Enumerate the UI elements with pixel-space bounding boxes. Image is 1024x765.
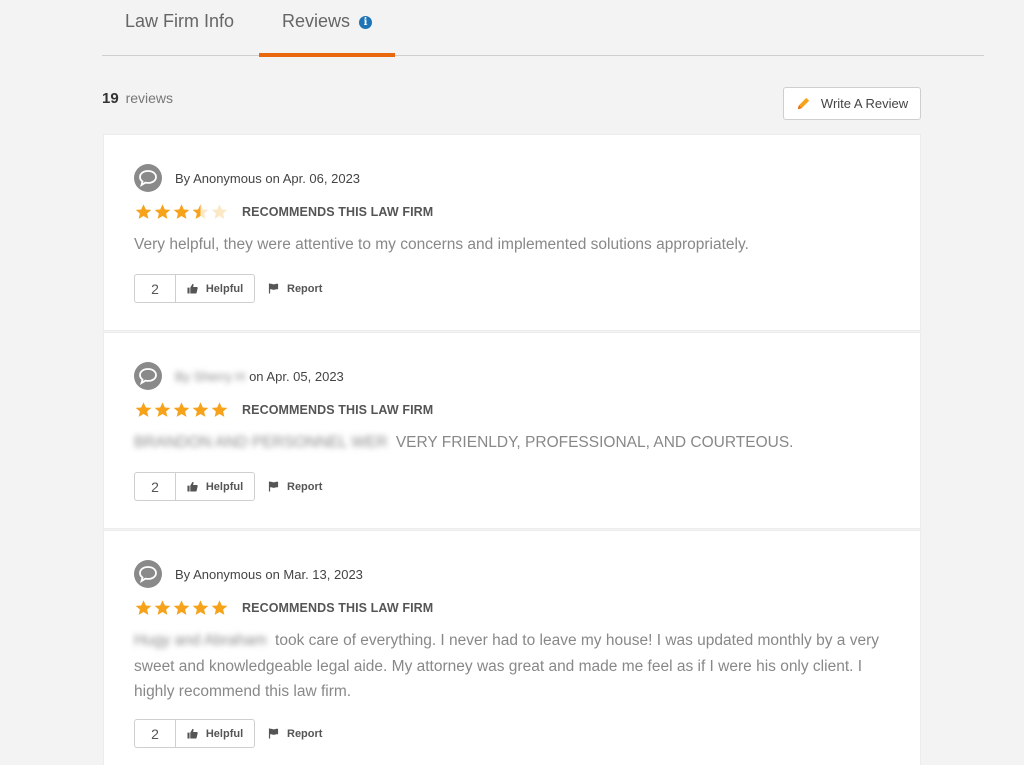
review-actions: 2 Helpful Report: [134, 274, 322, 303]
active-tab-indicator: [259, 53, 395, 57]
helpful-label: Helpful: [205, 480, 244, 493]
thumbs-up-icon: [187, 283, 198, 294]
star-icon: [173, 402, 190, 417]
flag-icon: [268, 481, 279, 492]
review-count-number: 19: [102, 90, 119, 107]
review-text: BRANDON AND PERSONNEL WER VERY FRIENLDY,…: [134, 430, 904, 456]
review-text: Hugy and Abraham took care of everything…: [134, 628, 904, 705]
tab-law-firm-info[interactable]: Law Firm Info: [102, 0, 258, 56]
write-review-label: Write A Review: [820, 96, 909, 111]
star-icon: [192, 600, 209, 615]
star-icon: [135, 402, 152, 417]
review-date: on Apr. 06, 2023: [265, 170, 361, 186]
star-icon: [154, 402, 171, 417]
report-button[interactable]: Report: [268, 481, 322, 493]
review-text-body: Very helpful, they were attentive to my …: [134, 236, 749, 253]
report-button[interactable]: Report: [268, 728, 322, 740]
review-card: By Anonymous on Apr. 06, 2023 RECOMMENDS…: [103, 134, 921, 331]
tab-reviews[interactable]: Reviews i: [259, 0, 395, 57]
review-byline: By Sherry Hon Apr. 05, 2023: [134, 362, 344, 390]
helpful-label: Helpful: [205, 727, 244, 740]
flag-icon: [268, 728, 279, 739]
write-review-button[interactable]: Write A Review: [783, 87, 921, 120]
review-date: on Mar. 13, 2023: [265, 566, 363, 582]
half-star-icon: [192, 204, 209, 219]
helpful-count: 2: [134, 274, 175, 303]
thumbs-up-icon: [187, 481, 198, 492]
review-date: on Apr. 05, 2023: [249, 368, 344, 384]
star-rating: [134, 401, 229, 419]
review-actions: 2 Helpful Report: [134, 472, 322, 501]
helpful-button[interactable]: Helpful: [175, 472, 255, 501]
helpful-count: 2: [134, 472, 175, 501]
helpful-button[interactable]: Helpful: [175, 274, 255, 303]
tab-label: Law Firm Info: [125, 11, 235, 31]
helpful-count: 2: [134, 719, 175, 748]
review-author: By Anonymous: [175, 566, 262, 582]
star-rating: [134, 203, 229, 221]
helpful-label: Helpful: [205, 282, 244, 295]
comment-avatar-icon: [134, 164, 162, 192]
empty-star-icon: [211, 204, 228, 219]
star-icon: [173, 204, 190, 219]
review-author: By Anonymous: [175, 170, 262, 186]
review-count: 19 reviews: [102, 90, 173, 107]
star-icon: [211, 402, 228, 417]
review-text-redacted: BRANDON AND PERSONNEL WER: [134, 434, 392, 451]
star-icon: [154, 600, 171, 615]
star-icon: [173, 600, 190, 615]
star-icon: [192, 402, 209, 417]
review-byline: By Anonymous on Apr. 06, 2023: [134, 164, 360, 192]
tab-bar: Law Firm Info Reviews i: [102, 0, 984, 57]
rating-row: RECOMMENDS THIS LAW FIRM: [134, 203, 433, 221]
review-count-label: reviews: [125, 90, 174, 106]
helpful-button[interactable]: Helpful: [175, 719, 255, 748]
tab-label: Reviews: [281, 11, 351, 31]
review-card: By Anonymous on Mar. 13, 2023 RECOMMENDS…: [103, 530, 921, 765]
review-author: By Sherry H: [175, 368, 246, 384]
review-actions: 2 Helpful Report: [134, 719, 322, 748]
thumbs-up-icon: [187, 728, 198, 739]
star-icon: [154, 204, 171, 219]
info-icon[interactable]: i: [359, 16, 373, 29]
pencil-icon: [797, 97, 810, 110]
recommendation-label: RECOMMENDS THIS LAW FIRM: [242, 205, 434, 219]
review-byline: By Anonymous on Mar. 13, 2023: [134, 560, 363, 588]
comment-avatar-icon: [134, 560, 162, 588]
star-rating: [134, 599, 229, 617]
recommendation-label: RECOMMENDS THIS LAW FIRM: [242, 403, 434, 417]
rating-row: RECOMMENDS THIS LAW FIRM: [134, 599, 433, 617]
flag-icon: [268, 283, 279, 294]
report-button[interactable]: Report: [268, 283, 322, 295]
star-icon: [135, 600, 152, 615]
review-text: Very helpful, they were attentive to my …: [134, 232, 904, 258]
star-icon: [211, 600, 228, 615]
rating-row: RECOMMENDS THIS LAW FIRM: [134, 401, 433, 419]
recommendation-label: RECOMMENDS THIS LAW FIRM: [242, 601, 434, 615]
review-card: By Sherry Hon Apr. 05, 2023 RECOMMENDS T…: [103, 332, 921, 529]
review-text-redacted: Hugy and Abraham: [134, 632, 272, 649]
review-text-body: VERY FRIENLDY, PROFESSIONAL, AND COURTEO…: [395, 434, 794, 451]
star-icon: [135, 204, 152, 219]
report-label: Report: [287, 480, 323, 493]
report-label: Report: [287, 282, 323, 295]
comment-avatar-icon: [134, 362, 162, 390]
report-label: Report: [287, 727, 323, 740]
